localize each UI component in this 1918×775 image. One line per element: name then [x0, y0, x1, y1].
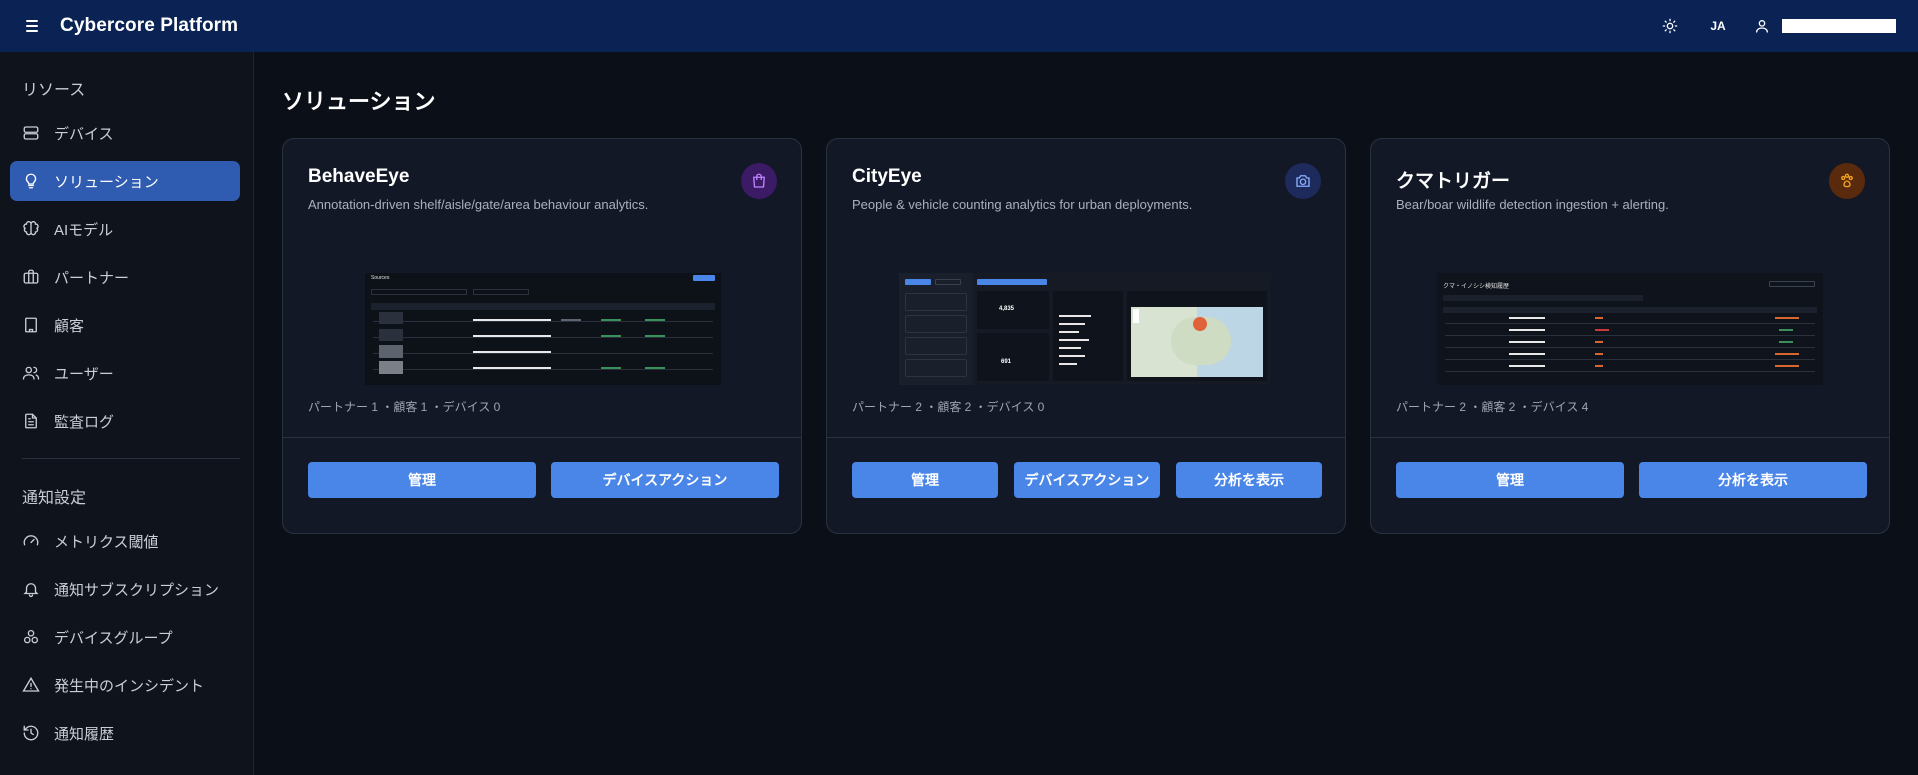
card-stats: パートナー 2 ・顧客 2 ・デバイス 0: [852, 400, 1045, 414]
sidebar: リソース デバイス ソリューション AIモデル パートナー 顧客 ユーザー 監査…: [0, 52, 254, 775]
card-description: People & vehicle counting analytics for …: [852, 197, 1193, 212]
users-icon: [20, 362, 42, 384]
sidebar-item-users[interactable]: ユーザー: [10, 353, 240, 393]
bell-icon: [20, 578, 42, 600]
card-description: Annotation-driven shelf/aisle/gate/area …: [308, 197, 649, 212]
sidebar-item-active-incidents[interactable]: 発生中のインシデント: [10, 665, 240, 705]
top-bar: Cybercore Platform JA: [0, 0, 1918, 52]
device-actions-button[interactable]: デバイスアクション: [1014, 462, 1160, 498]
sidebar-item-partners[interactable]: パートナー: [10, 257, 240, 297]
sidebar-item-label: 発生中のインシデント: [54, 677, 205, 695]
sidebar-item-metric-thresholds[interactable]: メトリクス閾値: [10, 521, 240, 561]
group-icon: [20, 626, 42, 648]
solution-card-kuma-trigger: クマトリガー Bear/boar wildlife detection inge…: [1370, 138, 1890, 534]
page-title: ソリューション: [282, 89, 436, 114]
sidebar-item-label: デバイスグループ: [54, 629, 173, 647]
app-title: Cybercore Platform: [60, 15, 239, 36]
user-name-redacted[interactable]: [1782, 19, 1896, 33]
briefcase-icon: [20, 266, 42, 288]
section-label-notifications: 通知設定: [22, 490, 87, 507]
brain-icon: [20, 218, 42, 240]
paw-icon: [1829, 163, 1865, 199]
sidebar-item-solutions[interactable]: ソリューション: [10, 161, 240, 201]
sidebar-item-label: ソリューション: [54, 173, 159, 191]
sidebar-item-audit-log[interactable]: 監査ログ: [10, 401, 240, 441]
view-analytics-button[interactable]: 分析を表示: [1176, 462, 1322, 498]
manage-button[interactable]: 管理: [1396, 462, 1624, 498]
sidebar-item-ai-models[interactable]: AIモデル: [10, 209, 240, 249]
card-divider: [827, 437, 1345, 438]
sidebar-item-label: ユーザー: [54, 365, 114, 383]
section-label-resources: リソース: [22, 82, 86, 99]
card-title: BehaveEye: [308, 166, 410, 187]
solution-card-behaveeye: BehaveEye Annotation-driven shelf/aisle/…: [282, 138, 802, 534]
card-divider: [1371, 437, 1889, 438]
card-divider: [283, 437, 801, 438]
history-icon: [20, 722, 42, 744]
card-stats: パートナー 2 ・顧客 2 ・デバイス 4: [1396, 400, 1589, 414]
preview-heading: Sources: [371, 275, 390, 281]
menu-icon[interactable]: [18, 12, 46, 40]
view-analytics-button[interactable]: 分析を表示: [1639, 462, 1867, 498]
gauge-icon: [20, 530, 42, 552]
card-title: CityEye: [852, 166, 922, 187]
sidebar-item-label: 通知履歴: [54, 725, 115, 743]
sidebar-item-label: メトリクス閾値: [54, 533, 159, 551]
preview-image: クマ・イノシシ検知履歴: [1437, 273, 1823, 385]
lightbulb-icon: [20, 170, 42, 192]
sidebar-item-notification-subscriptions[interactable]: 通知サブスクリプション: [10, 569, 240, 609]
sidebar-item-label: デバイス: [54, 125, 114, 143]
preview-value: 4,835: [999, 306, 1015, 312]
building-icon: [20, 314, 42, 336]
preview-image: 4,835 691: [899, 273, 1271, 385]
manage-button[interactable]: 管理: [852, 462, 998, 498]
document-icon: [20, 410, 42, 432]
sidebar-item-label: パートナー: [54, 269, 130, 287]
camera-icon: [1285, 163, 1321, 199]
sidebar-item-device-groups[interactable]: デバイスグループ: [10, 617, 240, 657]
sidebar-item-label: AIモデル: [54, 221, 114, 239]
card-title: クマトリガー: [1396, 171, 1511, 192]
card-description: Bear/boar wildlife detection ingestion +…: [1396, 197, 1669, 212]
manage-button[interactable]: 管理: [308, 462, 536, 498]
sidebar-item-notification-history[interactable]: 通知履歴: [10, 713, 240, 753]
language-switch[interactable]: JA: [1704, 19, 1732, 33]
preview-image: Sources: [365, 273, 721, 385]
card-stats: パートナー 1 ・顧客 1 ・デバイス 0: [308, 400, 501, 414]
sun-icon[interactable]: [1656, 12, 1684, 40]
preview-button: [693, 275, 715, 281]
map-thumbnail: [1131, 307, 1263, 377]
preview-value: 691: [1001, 359, 1012, 365]
sidebar-item-customers[interactable]: 顧客: [10, 305, 240, 345]
user-icon[interactable]: [1748, 12, 1776, 40]
shopping-bag-icon: [741, 163, 777, 199]
top-bar-actions: JA: [1656, 0, 1896, 52]
sidebar-item-label: 監査ログ: [54, 413, 115, 431]
sidebar-item-label: 通知サブスクリプション: [54, 581, 220, 599]
preview-heading: クマ・イノシシ検知履歴: [1443, 284, 1510, 290]
sidebar-item-label: 顧客: [54, 317, 85, 335]
sidebar-item-devices[interactable]: デバイス: [10, 113, 240, 153]
sidebar-divider: [22, 458, 240, 459]
solution-card-cityeye: CityEye People & vehicle counting analyt…: [826, 138, 1346, 534]
warning-icon: [20, 674, 42, 696]
server-icon: [20, 122, 42, 144]
device-actions-button[interactable]: デバイスアクション: [551, 462, 779, 498]
